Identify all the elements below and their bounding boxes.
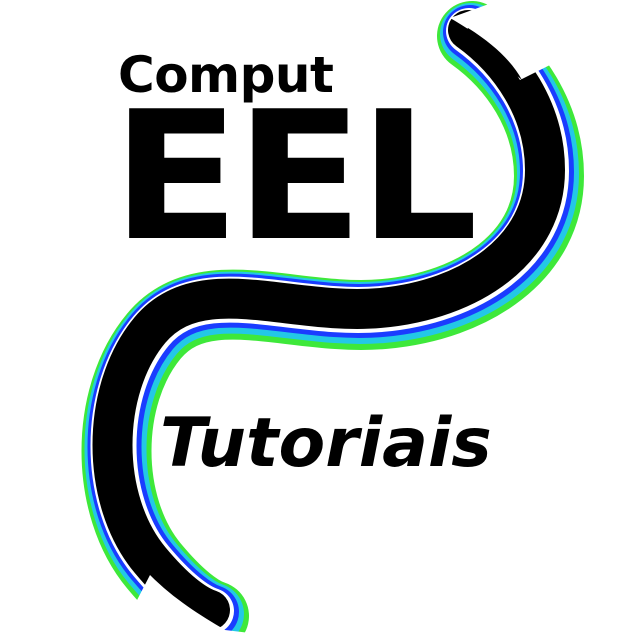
logo-canvas: Comput EEL Tutoriais xyxy=(0,0,634,633)
logo-word-eel: EEL xyxy=(112,73,478,280)
logo-tagline-tutoriais: Tutoriais xyxy=(160,404,492,483)
